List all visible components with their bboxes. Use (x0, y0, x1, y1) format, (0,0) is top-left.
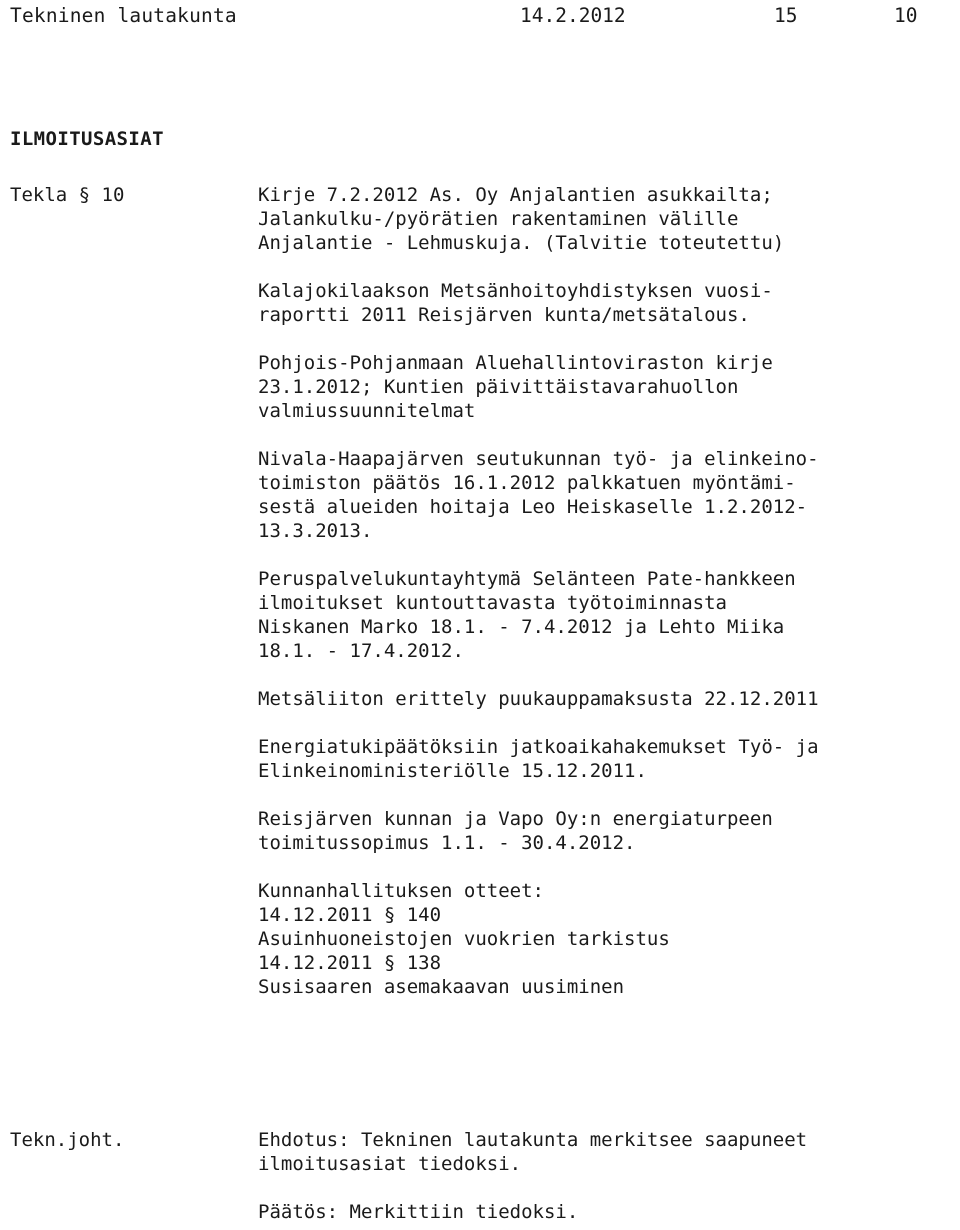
paragraph: Kalajokilaakson Metsänhoitoyhdistyksen v… (258, 279, 958, 327)
header-page-number: 15 (774, 4, 798, 27)
paragraph: Peruspalvelukuntayhtymä Selänteen Pate-h… (258, 567, 958, 663)
text-line: Anjalantie - Lehmuskuja. (Talvitie toteu… (258, 232, 785, 254)
text-line: Kunnanhallituksen otteet: (258, 880, 544, 902)
page-header: Tekninen lautakunta 14.2.2012 15 10 (0, 0, 960, 34)
text-line: Niskanen Marko 18.1. - 7.4.2012 ja Lehto… (258, 616, 785, 638)
text-line: Päätös: Merkittiin tiedoksi. (258, 1201, 579, 1223)
text-line: Susisaaren asemakaavan uusiminen (258, 976, 625, 998)
paragraph: Nivala-Haapajärven seutukunnan työ- ja e… (258, 447, 958, 543)
paragraph: Kunnanhallituksen otteet: 14.12.2011 § 14… (258, 879, 958, 999)
header-item-number: 10 (894, 4, 918, 27)
paragraph: Metsäliiton erittely puukauppamaksusta 2… (258, 687, 958, 711)
paragraph: Reisjärven kunnan ja Vapo Oy:n energiatu… (258, 807, 958, 855)
paragraph: Kirje 7.2.2012 As. Oy Anjalantien asukka… (258, 183, 958, 255)
paragraph: Pohjois-Pohjanmaan Aluehallintoviraston … (258, 351, 958, 423)
text-line: Asuinhuoneistojen vuokrien tarkistus (258, 928, 670, 950)
text-line: 13.3.2013. (258, 520, 373, 542)
text-line: Reisjärven kunnan ja Vapo Oy:n energiatu… (258, 808, 773, 830)
header-meeting-date: 14.2.2012 (520, 4, 626, 27)
text-line: Metsäliiton erittely puukauppamaksusta 2… (258, 688, 819, 710)
header-body-title: Tekninen lautakunta (10, 4, 237, 27)
text-line: 23.1.2012; Kuntien päivittäistavarahuoll… (258, 376, 739, 398)
text-line: toimiston päätös 16.1.2012 palkkatuen my… (258, 472, 796, 494)
paragraph: Ehdotus: Tekninen lautakunta merkitsee s… (258, 1128, 958, 1176)
text-line: Jalankulku-/pyörätien rakentaminen välil… (258, 208, 739, 230)
text-line: ilmoitukset kuntouttavasta työtoiminnast… (258, 592, 727, 614)
block-paragraphs: Ehdotus: Tekninen lautakunta merkitsee s… (258, 1128, 958, 1224)
text-line: Kalajokilaakson Metsänhoitoyhdistyksen v… (258, 280, 773, 302)
text-line: Pohjois-Pohjanmaan Aluehallintoviraston … (258, 352, 773, 374)
document-page: Tekninen lautakunta 14.2.2012 15 10 ILMO… (0, 0, 960, 1230)
block-label: Tekla § 10 (10, 184, 125, 206)
section-heading: ILMOITUSASIAT (10, 128, 164, 150)
paragraph: Energiatukipäätöksiin jatkoaikahakemukse… (258, 735, 958, 783)
text-line: Ehdotus: Tekninen lautakunta merkitsee s… (258, 1129, 808, 1151)
text-line: 14.12.2011 § 140 (258, 904, 442, 926)
text-line: ilmoitusasiat tiedoksi. (258, 1153, 522, 1175)
text-line: sestä alueiden hoitaja Leo Heiskaselle 1… (258, 496, 808, 518)
text-line: 14.12.2011 § 138 (258, 952, 442, 974)
text-line: Energiatukipäätöksiin jatkoaikahakemukse… (258, 736, 819, 758)
text-line: 18.1. - 17.4.2012. (258, 640, 464, 662)
text-line: toimitussopimus 1.1. - 30.4.2012. (258, 832, 636, 854)
paragraph: Päätös: Merkittiin tiedoksi. (258, 1200, 958, 1224)
text-line: Kirje 7.2.2012 As. Oy Anjalantien asukka… (258, 184, 773, 206)
block-label: Tekn.joht. (10, 1129, 125, 1151)
text-line: Elinkeinoministeriölle 15.12.2011. (258, 760, 647, 782)
text-line: Peruspalvelukuntayhtymä Selänteen Pate-h… (258, 568, 796, 590)
text-line: raportti 2011 Reisjärven kunta/metsätalo… (258, 304, 750, 326)
block-paragraphs: Kirje 7.2.2012 As. Oy Anjalantien asukka… (258, 183, 958, 999)
text-line: valmiussuunnitelmat (258, 400, 476, 422)
text-line: Nivala-Haapajärven seutukunnan työ- ja e… (258, 448, 819, 470)
